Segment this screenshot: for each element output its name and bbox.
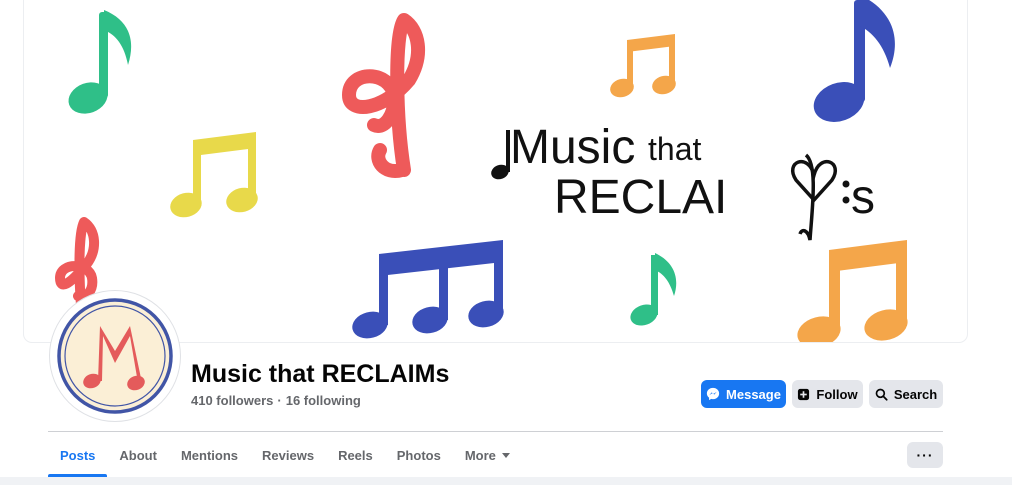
green-note-decoration [68, 10, 132, 114]
following-link[interactable]: 16 following [286, 393, 361, 408]
tab-posts[interactable]: Posts [48, 433, 108, 477]
feed-background [0, 477, 1012, 485]
logo-dot-upper [842, 180, 850, 188]
follow-button-label: Follow [816, 386, 858, 402]
tab-posts-label: Posts [60, 447, 96, 463]
search-button[interactable]: Search [869, 380, 943, 408]
tab-reviews-label: Reviews [262, 447, 315, 463]
logo-line2-reclai: RECLAI [554, 171, 727, 224]
tab-mentions[interactable]: Mentions [169, 433, 250, 477]
avatar [55, 296, 175, 416]
tab-reels-label: Reels [338, 447, 373, 463]
more-actions-button[interactable]: ··· [907, 442, 943, 468]
page-title: Music that RECLAIMs [191, 360, 450, 388]
page-stats: 410 followers · 16 following [191, 393, 361, 408]
green-small-note-decoration [630, 253, 677, 326]
tab-photos[interactable]: Photos [385, 433, 453, 477]
tab-more-label: More [464, 447, 496, 463]
orange-small-note-decoration [610, 34, 676, 98]
orange-large-note-decoration [797, 240, 908, 342]
search-button-label: Search [893, 386, 938, 402]
blue-note-decoration [813, 0, 895, 122]
profile-picture[interactable] [50, 291, 180, 421]
message-button[interactable]: Message [701, 380, 786, 408]
tab-reviews[interactable]: Reviews [250, 433, 326, 477]
tab-about[interactable]: About [107, 433, 169, 477]
ellipsis-icon: ··· [916, 447, 934, 463]
messenger-icon [706, 387, 720, 401]
followers-link[interactable]: 410 followers [191, 393, 273, 408]
search-icon [875, 388, 888, 401]
logo-line2-s: s [851, 171, 875, 224]
tab-reels[interactable]: Reels [326, 433, 385, 477]
profile-tabs: Posts About Mentions Reviews Reels Photo… [48, 433, 522, 477]
blue-triple-note-decoration [352, 240, 504, 339]
follow-icon [798, 388, 810, 400]
tab-mentions-label: Mentions [180, 447, 239, 463]
tab-more[interactable]: More [453, 433, 522, 477]
message-button-label: Message [726, 386, 781, 402]
logo-eighth-note-icon [491, 130, 510, 180]
stats-separator: · [277, 393, 282, 408]
logo-line1-music: Music [510, 121, 635, 174]
tab-about-label: About [119, 447, 157, 463]
tab-photos-label: Photos [396, 447, 441, 463]
follow-button[interactable]: Follow [792, 380, 863, 408]
logo-line1-that: that [648, 131, 701, 167]
red-treble-clef-decoration [341, 13, 426, 178]
header-divider [48, 431, 943, 432]
logo-clef-heart-icon [791, 153, 837, 241]
yellow-note-decoration [170, 132, 258, 218]
cover-logo: Music that RECLAI s [491, 121, 875, 241]
caret-down-icon [501, 452, 510, 458]
logo-dot-lower [842, 196, 850, 204]
